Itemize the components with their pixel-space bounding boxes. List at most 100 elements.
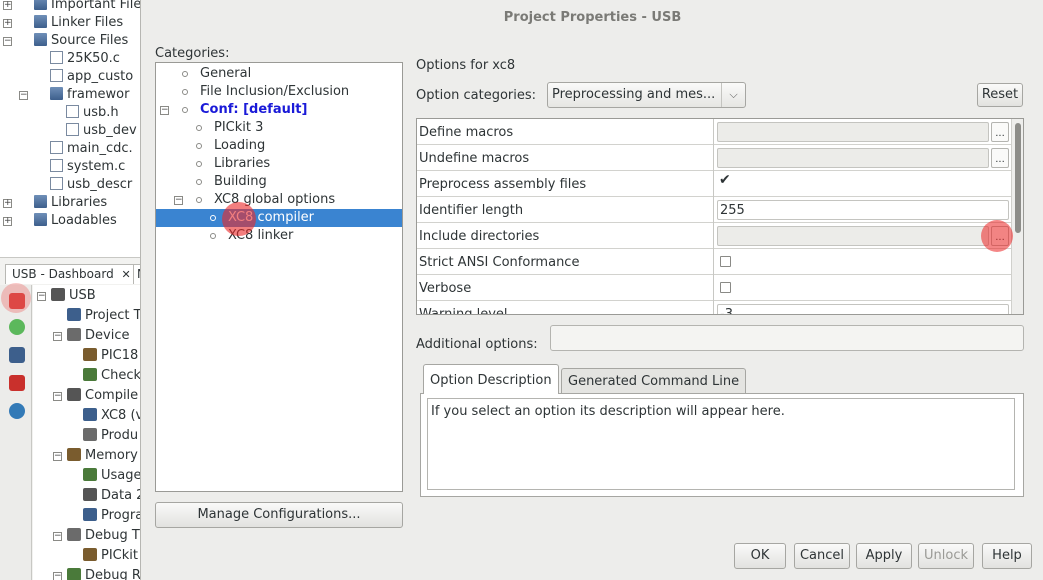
close-icon[interactable]: ✕	[122, 268, 131, 281]
browse-button[interactable]: ...	[991, 148, 1009, 168]
additional-options-input[interactable]	[550, 325, 1024, 351]
folder-icon	[34, 33, 47, 46]
memory-icon	[83, 508, 97, 521]
chip-info-icon[interactable]	[9, 347, 25, 363]
expander-toggle[interactable]: −	[53, 452, 62, 461]
tree-node-icon	[182, 71, 188, 77]
option-checkbox[interactable]	[720, 256, 731, 267]
tree-item[interactable]: main_cdc.	[50, 140, 133, 158]
pdf-icon[interactable]	[9, 375, 25, 391]
dashboard-item[interactable]: Project T	[67, 307, 142, 325]
dashboard-item-label: Check	[101, 368, 141, 383]
option-value-field[interactable]: -3	[717, 304, 1009, 314]
expander-toggle[interactable]: −	[53, 532, 62, 541]
category-item[interactable]: − XC8 global options	[156, 191, 402, 209]
tree-item[interactable]: Loadables	[34, 212, 117, 230]
tree-item[interactable]: app_custo	[50, 68, 133, 86]
option-checkbox[interactable]	[719, 172, 731, 189]
help-button[interactable]: Help	[982, 543, 1032, 569]
expander-toggle[interactable]: −	[174, 196, 183, 205]
category-label: PICkit 3	[214, 120, 264, 135]
option-checkbox[interactable]	[720, 282, 731, 293]
option-value-cell: -3	[715, 301, 1011, 314]
category-label: XC8 linker	[228, 228, 294, 243]
dashboard-item[interactable]: Usage	[83, 467, 142, 485]
reset-button[interactable]: Reset	[977, 83, 1023, 107]
category-item[interactable]: Libraries	[156, 155, 402, 173]
tree-item[interactable]: Source Files	[34, 32, 128, 50]
tab-usb-dashboard[interactable]: USB - Dashboard ✕	[5, 264, 138, 284]
folder-icon	[34, 15, 47, 28]
expander-toggle[interactable]: −	[19, 91, 28, 100]
tree-item[interactable]: usb_dev	[66, 122, 137, 140]
dashboard-toggle-icon[interactable]	[9, 293, 25, 309]
option-value-field[interactable]	[717, 122, 989, 142]
dashboard-item[interactable]: XC8 (v	[83, 407, 143, 425]
cancel-button[interactable]: Cancel	[794, 543, 850, 569]
dashboard-item[interactable]: USB	[51, 287, 96, 305]
tab-option-description[interactable]: Option Description	[423, 364, 559, 394]
expander-toggle[interactable]: +	[3, 19, 12, 28]
scrollbar-thumb[interactable]	[1015, 123, 1021, 233]
refresh-icon[interactable]	[9, 319, 25, 335]
expander-toggle[interactable]: +	[3, 199, 12, 208]
dashboard-item[interactable]: PICkit	[83, 547, 138, 565]
category-item[interactable]: Loading	[156, 137, 402, 155]
browse-button[interactable]: ...	[991, 122, 1009, 142]
options-scrollbar[interactable]	[1011, 119, 1023, 314]
dashboard-item[interactable]: Data 2	[83, 487, 144, 505]
expander-toggle[interactable]: −	[3, 37, 12, 46]
category-item[interactable]: − Conf: [default]	[156, 101, 402, 119]
category-item[interactable]: File Inclusion/Exclusion	[156, 83, 402, 101]
manage-configurations-button[interactable]: Manage Configurations...	[155, 502, 403, 528]
dashboard-item[interactable]: Check	[83, 367, 141, 385]
ok-button[interactable]: OK	[734, 543, 786, 569]
dashboard-item-label: PIC18	[101, 348, 139, 363]
option-value-field[interactable]	[717, 148, 989, 168]
tree-item[interactable]: Important Files	[34, 0, 145, 14]
tree-item[interactable]: usb.h	[66, 104, 119, 122]
tree-node-icon	[210, 215, 216, 221]
tree-item[interactable]: system.c	[50, 158, 125, 176]
dashboard-item[interactable]: Debug Resources	[67, 567, 145, 580]
unlock-button[interactable]: Unlock	[918, 543, 974, 569]
option-value-field[interactable]: 255	[717, 200, 1009, 220]
option-categories-select[interactable]: Preprocessing and mes... ⌵	[547, 82, 746, 108]
dashboard-item[interactable]: Compile	[67, 387, 138, 405]
apply-button[interactable]: Apply	[856, 543, 912, 569]
expander-toggle[interactable]: +	[3, 217, 12, 226]
expander-toggle[interactable]: −	[37, 292, 46, 301]
category-item[interactable]: XC8 linker	[156, 227, 402, 245]
expander-toggle[interactable]: −	[160, 106, 169, 115]
tree-item[interactable]: 25K50.c	[50, 50, 120, 68]
browse-button[interactable]: ...	[991, 226, 1009, 246]
expander-toggle[interactable]: −	[53, 392, 62, 401]
dashboard-item[interactable]: Progra	[83, 507, 143, 525]
categories-tree[interactable]: General File Inclusion/Exclusion − Conf: [d…	[155, 62, 403, 492]
tree-item[interactable]: usb_descr	[50, 176, 132, 194]
dashboard-item-label: Progra	[101, 508, 144, 523]
help-icon[interactable]	[9, 403, 25, 419]
dashboard-item[interactable]: Debug T	[67, 527, 140, 545]
option-value-field[interactable]	[717, 226, 989, 246]
dashboard-tree[interactable]: − USB Project T − Device PIC18 Check − Compile XC…	[33, 285, 145, 580]
category-item[interactable]: Building	[156, 173, 402, 191]
dashboard-item[interactable]: Device	[67, 327, 129, 345]
category-item[interactable]: General	[156, 65, 402, 83]
project-type-icon	[67, 308, 81, 321]
category-item[interactable]: XC8 compiler	[156, 209, 402, 227]
tab-generated-command-line[interactable]: Generated Command Line	[561, 368, 747, 394]
category-item[interactable]: PICkit 3	[156, 119, 402, 137]
dashboard-item[interactable]: Memory	[67, 447, 138, 465]
tree-item[interactable]: Libraries	[34, 194, 107, 212]
dashboard-item[interactable]: Produ	[83, 427, 138, 445]
tree-item[interactable]: Linker Files	[34, 14, 123, 32]
expander-toggle[interactable]: +	[3, 1, 12, 10]
tree-item-label: 25K50.c	[67, 51, 120, 66]
tree-item-label: Important Files	[51, 0, 145, 12]
dashboard-item[interactable]: PIC18	[83, 347, 138, 365]
expander-toggle[interactable]: −	[53, 332, 62, 341]
expander-toggle[interactable]: −	[53, 572, 62, 580]
project-files-tree[interactable]: + Important Files + Linker Files − Source Fil…	[0, 0, 145, 258]
tree-item[interactable]: framewor	[50, 86, 129, 104]
